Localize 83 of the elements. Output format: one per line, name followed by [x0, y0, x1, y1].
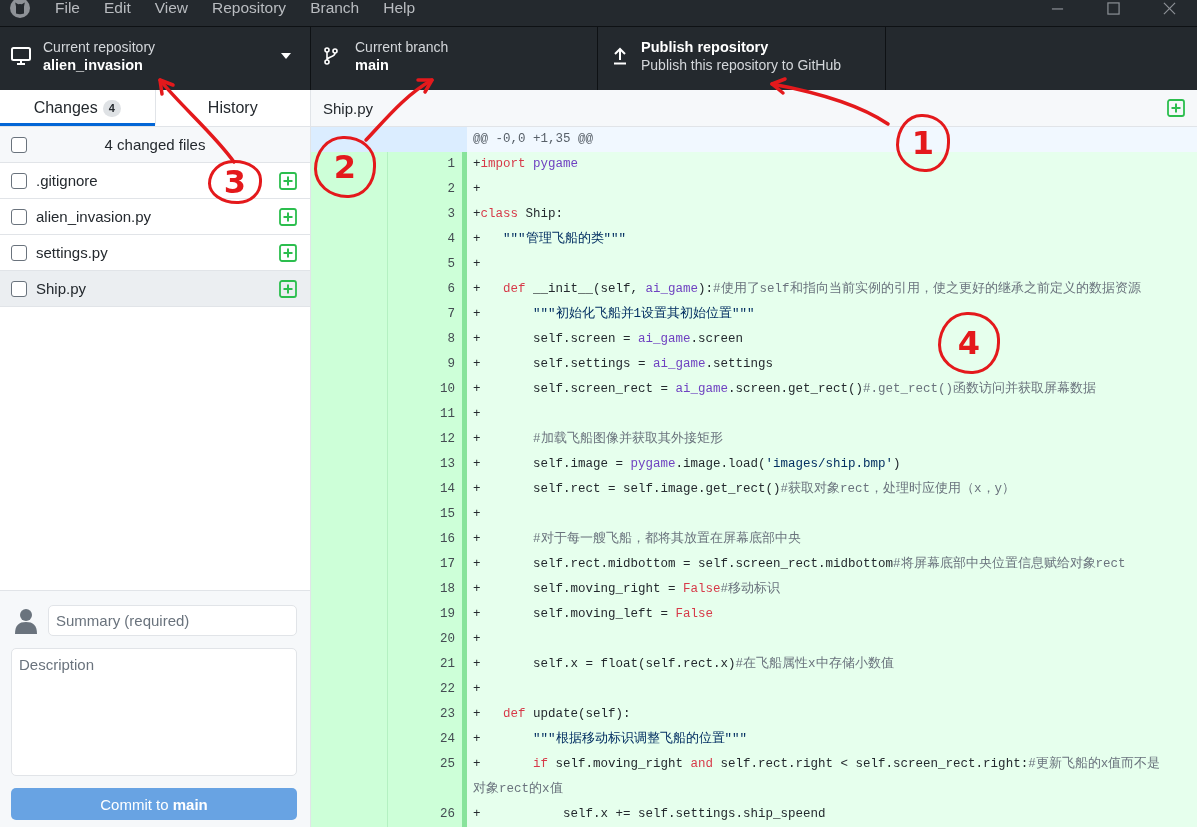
annotation-number: 3 — [208, 160, 262, 204]
line-number: 6 — [447, 281, 456, 298]
checkbox[interactable] — [11, 244, 27, 261]
line-number: 15 — [440, 506, 456, 523]
file-name-label: Ship.py — [323, 99, 374, 117]
annotation-number: 4 — [938, 312, 1000, 374]
code-line: + self.screen = ai_game.screen — [472, 331, 744, 348]
code-line: + — [472, 406, 481, 423]
line-number: 2 — [447, 181, 456, 198]
changed-files-label: 4 changed files — [103, 136, 207, 153]
line-number: 21 — [440, 656, 456, 673]
code-line: + """根据移动标识调整飞船的位置""" — [472, 730, 748, 748]
menu-item[interactable]: File — [43, 0, 92, 17]
code-line: + self.rect.midbottom = self.screen_rect.midbottom#将屏幕底部中央位置信息赋给对象rect — [472, 555, 1126, 573]
code-line: + self.moving_left = False — [472, 606, 714, 623]
menu-item[interactable]: Branch — [298, 0, 372, 17]
menu-item[interactable]: View — [142, 0, 201, 17]
line-number: 8 — [447, 331, 456, 348]
line-number: 14 — [440, 481, 456, 498]
line-number: 16 — [440, 531, 456, 548]
line-number: 1 — [447, 156, 456, 173]
line-number: 3 — [447, 206, 456, 223]
code-line: + """初始化飞船并1设置其初始位置""" — [472, 305, 755, 323]
code-line: + def update(self): — [472, 706, 631, 723]
code-line: + #加载飞船图像并获取其外接矩形 — [472, 430, 723, 448]
line-number: 13 — [440, 456, 456, 473]
line-number: 25 — [440, 756, 456, 773]
code-line: + if self.moving_right and self.rect.right < self.screen_rect.right:#更新飞船的x值而不是对象rect的x值 — [472, 755, 1162, 798]
code-line: + self.x += self.settings.ship_speend — [472, 806, 826, 823]
line-number: 22 — [440, 681, 456, 698]
line-number: 26 — [440, 806, 456, 823]
line-number: 7 — [447, 306, 456, 323]
code-line: + self.moving_right = False#移动标识 — [472, 580, 781, 598]
branch-icon — [324, 47, 338, 65]
line-number: 4 — [447, 231, 456, 248]
hunk-header: @@ -0,0 +1,35 @@ — [473, 131, 594, 148]
monitor-icon — [11, 47, 31, 65]
close-icon[interactable] — [1162, 2, 1176, 15]
maximize-icon[interactable] — [1106, 2, 1120, 15]
code-line: + — [472, 506, 481, 523]
line-number: 12 — [440, 431, 456, 448]
line-number: 11 — [440, 406, 456, 423]
upload-icon — [613, 47, 627, 65]
code-line: + — [472, 181, 481, 198]
line-number: 5 — [447, 256, 456, 273]
code-line: + self.settings = ai_game.settings — [472, 356, 774, 373]
code-line: + def __init__(self, ai_game):#使用了self和指向当前实例的引用，使之更好的继承之前定义的数据资源 — [472, 280, 1141, 298]
user-avatar-icon — [15, 607, 37, 634]
code-line: + — [472, 631, 481, 648]
line-number: 23 — [440, 706, 456, 723]
list-row[interactable]: Ship.py — [0, 271, 310, 307]
code-line: + — [472, 256, 481, 273]
checkbox[interactable] — [11, 172, 27, 189]
code-line: + self.rect = self.image.get_rect()#获取对象rect，处理时应使用（x，y） — [472, 480, 1016, 498]
line-number: 17 — [440, 556, 456, 573]
menu-item[interactable]: Help — [371, 0, 428, 17]
line-number: 18 — [440, 581, 456, 598]
app-logo-icon[interactable] — [10, 0, 30, 18]
line-number: 9 — [447, 356, 456, 373]
code-line: + self.screen_rect = ai_game.screen.get_rect()#.get_rect()函数访问并获取屏幕数据 — [472, 380, 1097, 398]
code-line: + self.image = pygame.image.load('images/ship.bmp') — [472, 456, 901, 473]
annotation-number: 1 — [896, 114, 950, 172]
code-line: + """管理飞船的类""" — [472, 230, 627, 248]
line-number: 19 — [440, 606, 456, 623]
annotation-number: 2 — [314, 136, 376, 198]
line-number: 10 — [440, 381, 456, 398]
checkbox[interactable] — [11, 136, 27, 153]
line-number: 24 — [440, 731, 456, 748]
count-badge: 4 — [102, 99, 121, 117]
menu-item[interactable]: Repository — [200, 0, 299, 17]
sidebar-tab[interactable]: History — [154, 90, 310, 126]
description-field[interactable]: Description — [11, 648, 297, 776]
code-line: + — [472, 681, 481, 698]
checkbox[interactable] — [11, 280, 27, 297]
menu-item[interactable]: Edit — [92, 0, 143, 17]
summary-field[interactable]: Summary (required) — [48, 605, 297, 636]
line-number: 20 — [440, 631, 456, 648]
code-line: +import pygame — [472, 156, 579, 173]
code-line: + #对于每一艘飞船，都将其放置在屏幕底部中央 — [472, 530, 801, 548]
caret-down-icon — [281, 53, 291, 59]
code-line: + self.x = float(self.rect.x)#在飞船属性x中存储小数值 — [472, 655, 894, 673]
checkbox[interactable] — [11, 208, 27, 225]
code-line: +class Ship: — [472, 206, 564, 223]
